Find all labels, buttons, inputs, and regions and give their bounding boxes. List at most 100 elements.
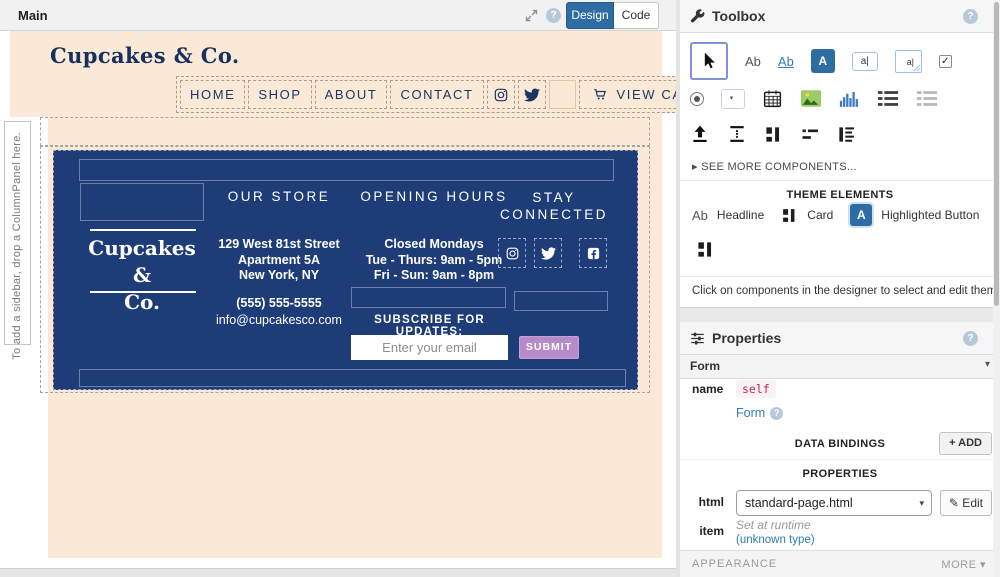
subscribe-placeholder-box[interactable] [351, 287, 506, 308]
image-tool[interactable] [800, 89, 822, 108]
nav-link-contact[interactable]: CONTACT [390, 80, 483, 109]
theme-headline[interactable]: Headline [717, 208, 764, 222]
help-icon[interactable]: ? [546, 8, 561, 23]
add-binding-button[interactable]: + ADD [939, 432, 992, 455]
footer-instagram-button[interactable] [498, 238, 526, 268]
name-value[interactable]: self [736, 380, 776, 398]
item-runtime-text: Set at runtime [736, 518, 811, 532]
item-label: item [684, 524, 724, 538]
sidebar-dropzone[interactable]: To add a sidebar, drop a ColumnPanel her… [4, 121, 31, 345]
design-tab-button[interactable]: Design [566, 2, 614, 29]
button-tool[interactable]: A [811, 49, 835, 73]
properties-header: Properties [680, 322, 1000, 355]
store-address: 129 West 81st Street Apartment 5A New Yo… [209, 237, 349, 284]
see-more-components-link[interactable]: ▸ SEE MORE COMPONENTS... [692, 160, 857, 173]
more-toggle[interactable]: MORE ▾ [941, 558, 986, 571]
card-variant-icon[interactable] [696, 240, 715, 259]
site-title[interactable]: Cupcakes & Co. [50, 43, 240, 68]
flowpanel-tool[interactable] [800, 126, 820, 143]
email-input[interactable] [351, 335, 508, 360]
footer-logo-line2: Co. [76, 289, 208, 316]
toolbox-divider [680, 180, 1000, 181]
toolbox-panel: Toolbox ? Ab Ab A a| a| ✓ ▾ [680, 0, 1000, 308]
chevron-down-icon: ▾ [985, 359, 990, 370]
canvas-bottom-edge [0, 568, 676, 577]
nav-link-about[interactable]: ABOUT [315, 80, 388, 109]
design-canvas: To add a sidebar, drop a ColumnPanel her… [0, 31, 676, 568]
headline-icon: Ab [692, 208, 708, 223]
code-tab-button[interactable]: Code [614, 2, 659, 29]
datepicker-tool[interactable] [762, 88, 783, 109]
footer-facebook-button[interactable] [579, 238, 607, 268]
logo-divider-bottom [90, 291, 196, 293]
textbox-tool[interactable]: a| [852, 52, 878, 71]
theme-card[interactable]: Card [807, 208, 833, 222]
appearance-bar[interactable]: APPEARANCE MORE ▾ [680, 550, 1000, 577]
radio-tool[interactable] [690, 92, 704, 106]
instagram-icon [505, 246, 520, 261]
connected-placeholder-box[interactable] [514, 291, 608, 311]
nav-empty-spacer[interactable] [549, 80, 576, 109]
toolbox-help-icon[interactable]: ? [963, 9, 978, 24]
form-help-icon[interactable]: ? [770, 407, 783, 420]
item-type-link[interactable]: (unknown type) [736, 534, 815, 546]
html-select[interactable]: standard-page.html ▾ [736, 490, 932, 516]
panel-scrollbar-thumb[interactable] [994, 2, 999, 306]
footer-top-spacer[interactable] [79, 159, 614, 181]
spacer-tool[interactable] [727, 124, 747, 144]
expand-icon[interactable] [524, 8, 539, 23]
footer-bottom-spacer[interactable] [79, 369, 626, 387]
sidebar-dropzone-text: To add a sidebar, drop a ColumnPanel her… [11, 132, 23, 360]
label-tool[interactable]: Ab [745, 54, 761, 69]
columnpanel-tool[interactable] [764, 125, 783, 144]
twitter-icon [524, 87, 540, 103]
logo-divider-top [90, 229, 196, 231]
form-link-row: Form ? [736, 406, 783, 420]
store-phone: (555) 555-5555 [209, 296, 349, 312]
footer-logo-placeholder[interactable] [80, 183, 204, 221]
dropdown-tool[interactable]: ▾ [721, 89, 745, 109]
footer-logo-line1: Cupcakes & [76, 235, 208, 289]
html-label: html [684, 495, 724, 509]
hours-line2: Tue - Thurs: 9am - 5pm [349, 253, 519, 269]
textarea-tool[interactable]: a| [895, 50, 922, 73]
cursor-icon [699, 51, 719, 71]
pointer-tool[interactable] [690, 42, 728, 80]
footer-twitter-button[interactable] [534, 238, 562, 268]
form-class-link[interactable]: Form [736, 406, 765, 420]
fileloader-tool[interactable] [690, 124, 710, 144]
plot-tool[interactable] [839, 90, 860, 108]
component-selector[interactable]: Form ▾ [680, 355, 1000, 379]
store-email[interactable]: info@cupcakesco.com [202, 313, 356, 329]
nav-instagram-button[interactable] [487, 80, 515, 109]
checkbox-tool[interactable]: ✓ [939, 55, 952, 68]
datagrid-tool[interactable] [877, 90, 899, 107]
hours-heading: OPENING HOURS [354, 189, 514, 204]
link-tool[interactable]: Ab [778, 54, 794, 69]
select-caret-icon: ▾ [919, 491, 924, 515]
address-line1: 129 West 81st Street [209, 237, 349, 253]
toolbox-divider2 [680, 276, 1000, 277]
stay-connected-heading: STAY CONNECTED [494, 189, 614, 223]
hours-lines: Closed Mondays Tue - Thurs: 9am - 5pm Fr… [349, 237, 519, 284]
theme-highlighted-button[interactable]: Highlighted Button [881, 208, 979, 222]
nav-link-home[interactable]: HOME [180, 80, 245, 109]
properties-help-icon[interactable]: ? [963, 331, 978, 346]
cart-icon [592, 87, 609, 103]
spacer-dropzone[interactable] [40, 117, 650, 146]
footer-panel[interactable]: Cupcakes & Co. OUR STORE 129 West 81st S… [53, 150, 638, 390]
instagram-icon [493, 87, 509, 103]
repeatingpanel-tool[interactable] [837, 125, 856, 144]
highlighted-button-icon: A [850, 204, 872, 226]
submit-button[interactable]: SUBMIT [519, 336, 579, 359]
datarowpanel-tool[interactable] [916, 90, 938, 107]
nav-link-shop[interactable]: SHOP [248, 80, 311, 109]
hours-line3: Fri - Sun: 9am - 8pm [349, 268, 519, 284]
facebook-icon [586, 246, 601, 261]
wrench-icon [690, 9, 705, 24]
nav-twitter-button[interactable] [518, 80, 546, 109]
selected-component: Form [690, 359, 720, 373]
edit-html-button[interactable]: ✎ Edit [940, 490, 992, 516]
properties-title: Properties [712, 330, 781, 346]
site-navbar: HOME SHOP ABOUT CONTACT [176, 76, 720, 113]
